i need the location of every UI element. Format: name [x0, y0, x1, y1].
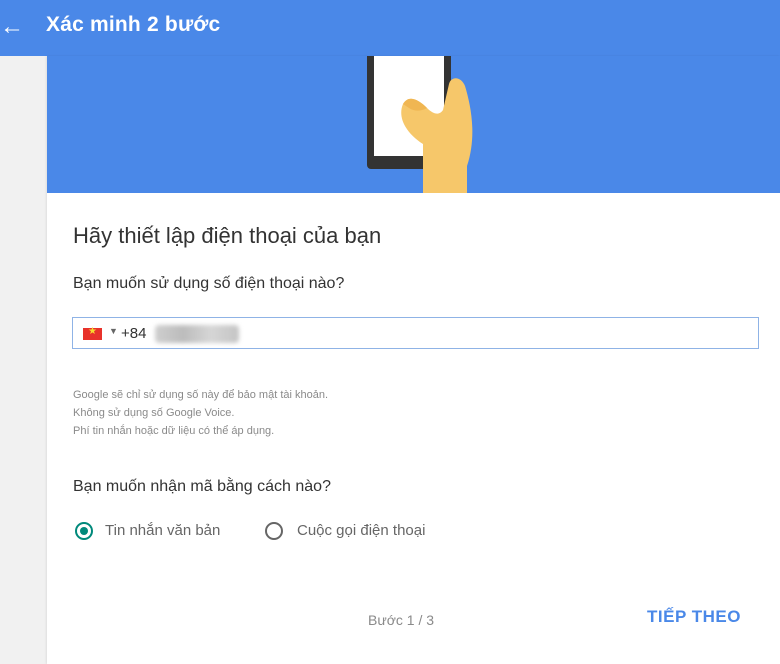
page-title: Xác minh 2 bước	[46, 13, 221, 36]
phone-number-input[interactable]: ▼ +84	[72, 317, 759, 349]
note-line: Không sử dụng số Google Voice.	[73, 407, 235, 419]
radio-label-phone-call[interactable]: Cuộc gọi điện thoại	[297, 522, 425, 539]
step-indicator: Bước 1 / 3	[368, 612, 435, 628]
section-heading: Hãy thiết lập điện thoại của bạn	[73, 223, 382, 248]
arrow-left-icon[interactable]: ←	[0, 14, 24, 40]
note-line: Google sẽ chỉ sử dụng số này để bảo mật …	[73, 389, 329, 401]
country-code: +84	[121, 325, 147, 342]
method-question: Bạn muốn nhận mã bằng cách nào?	[73, 478, 331, 495]
phone-question: Bạn muốn sử dụng số điện thoại nào?	[73, 275, 345, 292]
hand-holding-phone-illustration	[367, 56, 473, 193]
setup-card: Hãy thiết lập điện thoại của bạn Bạn muố…	[47, 56, 780, 664]
redacted-number	[155, 325, 239, 343]
hero-banner	[47, 56, 780, 193]
radio-phone-call[interactable]	[265, 522, 283, 540]
note-line: Phí tin nhắn hoặc dữ liệu có thể áp dụng…	[73, 425, 275, 437]
next-button[interactable]: TIẾP THEO	[647, 607, 741, 627]
vietnam-flag-icon[interactable]	[83, 326, 102, 340]
radio-text-message[interactable]	[75, 522, 93, 540]
radio-label-text-message[interactable]: Tin nhắn văn bản	[105, 522, 220, 539]
caret-down-icon[interactable]: ▼	[109, 326, 118, 336]
app-bar: ← Xác minh 2 bước	[0, 0, 780, 56]
